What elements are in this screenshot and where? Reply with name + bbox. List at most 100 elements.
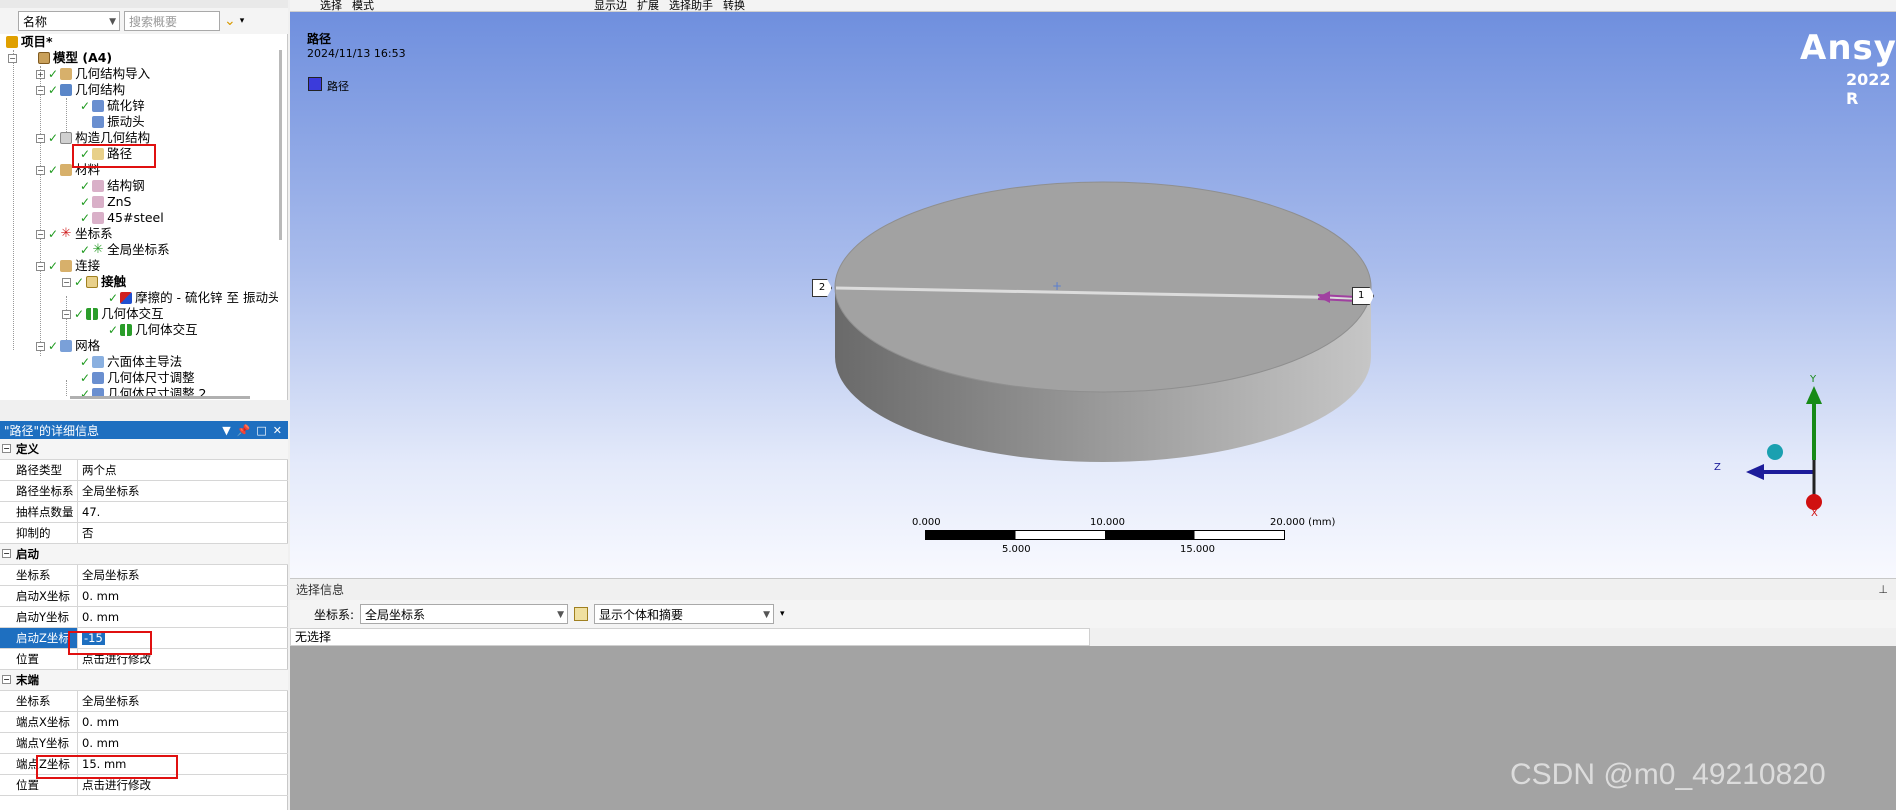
collapse-icon[interactable]: − [2,549,11,558]
tree-item-global-coordinate-system[interactable]: ✓ ✳ 全局坐标系 [80,242,170,258]
tree-label: 项目* [21,34,53,49]
tree-item-model[interactable]: − 模型 (A4) [8,50,112,66]
outline-header [0,0,288,8]
dropdown-arrow-icon[interactable]: ▾ [780,609,785,619]
row-value: 全局坐标系 [82,568,140,582]
tree-item-mesh[interactable]: − ✓ 网格 [36,338,100,354]
scale-bar [925,530,1285,540]
tree-item-body-sizing-2[interactable]: ✓ 几何体尺寸调整 2 [80,386,207,396]
outline-tree: 项目* − 模型 (A4) + ✓ 几何结构导入 − ✓ 几何结构 ✓ 硫化锌 … [0,34,278,396]
pin-icon[interactable]: ⊥ [1878,583,1896,596]
body-icon [92,116,105,128]
dropdown-arrow-icon[interactable]: ▾ [240,16,245,26]
highlight-box-start-z [68,631,152,655]
outline-vertical-scrollbar[interactable] [279,50,282,240]
collapse-icon[interactable]: − [2,675,11,684]
tree-item-geometry[interactable]: − ✓ 几何结构 [36,82,125,98]
collapse-icon[interactable]: − [2,444,11,453]
details-row[interactable]: 路径类型 两个点 [0,460,288,481]
details-row[interactable]: 启动Y坐标 0. mm [0,607,288,628]
collapse-icon[interactable]: − [36,165,45,175]
row-key: 抽样点数量 [0,502,78,522]
outline-horizontal-scrollbar[interactable] [70,396,250,399]
details-row[interactable]: 启动X坐标 0. mm [0,586,288,607]
pin-icon[interactable]: 📌 [237,424,251,437]
collapse-icon[interactable]: − [8,53,17,63]
details-section-end[interactable]: − 末端 [0,670,288,691]
toolbar-selection-helper-button[interactable]: 选择助手 [669,0,713,11]
toolbar-convert-button[interactable]: 转换 [723,0,745,11]
selection-mode-icon[interactable] [574,607,589,621]
tree-item-zns-material[interactable]: ✓ ZnS [80,194,131,210]
tree-item-body-interactions[interactable]: − ✓ 几何体交互 [62,306,164,322]
row-key: 坐标系 [0,565,78,585]
tree-label: 几何体交互 [135,322,198,337]
tree-label: 结构钢 [107,178,145,193]
tree-item-horn-body[interactable]: ✓ 振动头 [80,114,145,130]
expand-icon[interactable]: + [36,69,45,79]
display-mode-value: 显示个体和摘要 [599,607,684,622]
tree-item-45steel[interactable]: ✓ 45#steel [80,210,164,226]
details-row[interactable]: 抽样点数量 47. [0,502,288,523]
collapse-icon[interactable]: − [36,261,45,271]
filter-chevron-icon[interactable]: ⌄ [224,13,236,29]
toolbar-expand-button[interactable]: 扩展 [637,0,659,11]
tree-label: 振动头 [107,114,145,129]
mesh-icon [60,340,73,352]
material-icon [92,196,105,208]
details-row[interactable]: 抑制的否 [0,523,288,544]
details-section-start[interactable]: − 启动 [0,544,288,565]
close-icon[interactable]: ✕ [273,424,282,437]
details-row[interactable]: 坐标系 全局坐标系 [0,565,288,586]
check-icon: ✓ [80,387,91,396]
coordinate-system-icon: ✳ [60,226,72,241]
section-label: 末端 [16,673,39,687]
main-toolbar: 选择 模式 显示边 扩展 选择助手 转换 [290,0,1896,12]
row-key: 路径类型 [0,460,78,480]
collapse-icon[interactable]: − [36,85,45,95]
row-value: 47. [82,505,101,519]
tree-item-body-interaction[interactable]: ✓ 几何体交互 [108,322,198,338]
maximize-icon[interactable]: □ [256,424,266,437]
toolbar-mode-button[interactable]: 模式 [352,0,374,11]
collapse-icon[interactable]: − [36,133,45,143]
tree-item-connections[interactable]: − ✓ 连接 [36,258,100,274]
disc-body[interactable] [834,181,1372,462]
details-row[interactable]: 端点Y坐标 0. mm [0,733,288,754]
tree-item-hex-dominant[interactable]: ✓ 六面体主导法 [80,354,182,370]
tree-item-contacts[interactable]: − ✓ 接触 [62,274,126,290]
details-row[interactable]: 路径坐标系 全局坐标系 [0,481,288,502]
tree-item-geometry-import[interactable]: + ✓ 几何结构导入 [36,66,150,82]
tree-item-body-sizing[interactable]: ✓ 几何体尺寸调整 [80,370,195,386]
toolbar-select-button[interactable]: 选择 [320,0,342,11]
tree-item-frictional-contact[interactable]: ✓ 摩擦的 - 硫化锌 至 振动头 [108,290,278,306]
details-row[interactable]: 端点X坐标 0. mm [0,712,288,733]
collapse-icon[interactable]: − [36,229,45,239]
body-interaction-icon [120,324,133,336]
graphics-viewport[interactable]: + 2 1 Y Z X 0.000 10.000 20.000 (mm) 5.0… [290,12,1896,578]
construction-geometry-icon [60,132,73,144]
display-mode-select[interactable]: 显示个体和摘要 ▼ [594,604,775,624]
details-section-definition[interactable]: − 定义 [0,439,288,460]
collapse-icon[interactable]: − [36,341,45,351]
coord-system-select[interactable]: 全局坐标系 ▼ [360,604,569,624]
coord-system-value: 全局坐标系 [365,607,426,622]
check-icon: ✓ [80,355,91,369]
chevron-down-icon: ▼ [557,610,565,620]
collapse-icon[interactable]: − [62,277,71,287]
coord-system-label: 坐标系: [314,607,355,622]
toolbar-show-edges-button[interactable]: 显示边 [594,0,627,11]
tree-item-structural-steel[interactable]: ✓ 结构钢 [80,178,145,194]
filter-type-select[interactable]: 名称 ▼ [18,11,120,31]
tree-item-zns-body[interactable]: ✓ 硫化锌 [80,98,145,114]
tree-item-coordinate-systems[interactable]: − ✓ ✳ 坐标系 [36,226,113,242]
selection-status: 无选择 [290,628,1090,646]
collapse-icon[interactable]: − [62,309,71,319]
outline-search-input[interactable]: 搜索概要 [124,11,220,31]
legend-label: 路径 [327,80,349,93]
tree-item-project[interactable]: 项目* [6,34,53,50]
details-row[interactable]: 坐标系 全局坐标系 [0,691,288,712]
watermark-text: CSDN @m0_49210820 [1510,758,1826,791]
viewport-date: 2024/11/13 16:53 [307,47,406,60]
dropdown-icon[interactable]: ▼ [222,424,230,437]
